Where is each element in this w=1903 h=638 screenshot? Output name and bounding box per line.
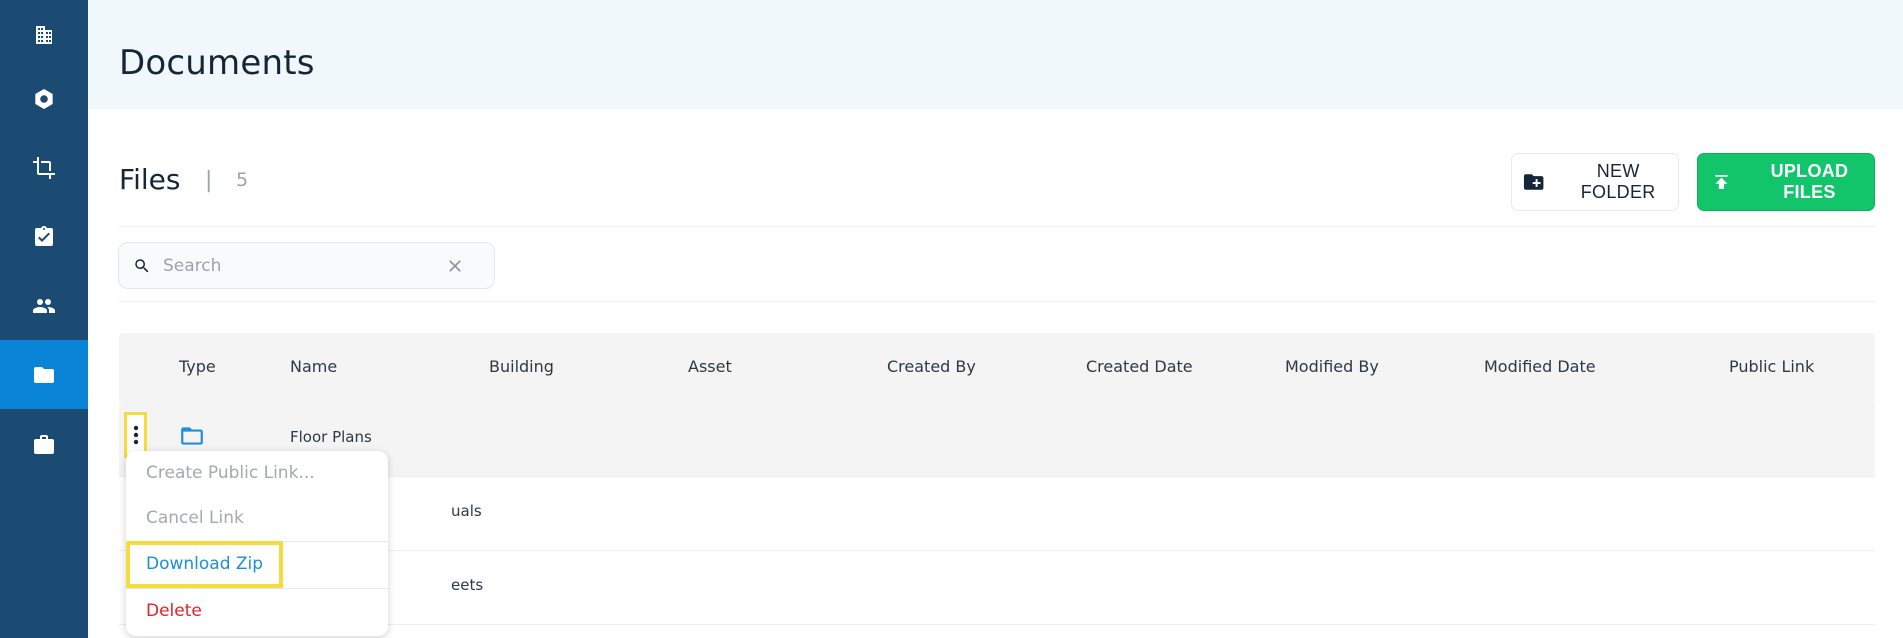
folder-icon	[34, 366, 54, 383]
highlight-box	[126, 541, 283, 588]
column-header-name[interactable]: Name	[290, 357, 337, 376]
folder-plus-icon	[1523, 174, 1544, 190]
menu-item-label: Delete	[146, 601, 202, 621]
upload-icon	[1715, 175, 1728, 189]
clipboard-check-icon	[35, 225, 53, 246]
new-folder-button[interactable]: NEW FOLDER	[1511, 153, 1679, 211]
menu-item-create-public-link[interactable]: Create Public Link...	[126, 451, 388, 497]
column-header-public-link[interactable]: Public Link	[1729, 357, 1814, 376]
folder-icon	[179, 423, 205, 449]
files-heading: Files	[119, 163, 181, 196]
menu-item-label: Create Public Link...	[146, 463, 315, 483]
column-header-building[interactable]: Building	[489, 357, 554, 376]
more-vertical-icon	[133, 425, 138, 445]
column-header-created-by[interactable]: Created By	[887, 357, 976, 376]
column-header-asset[interactable]: Asset	[688, 357, 732, 376]
sidebar-item-documents[interactable]	[0, 340, 88, 409]
table-header: Type Name Building Asset Created By Crea…	[119, 333, 1875, 403]
search-icon	[135, 259, 149, 273]
row-name[interactable]: uals	[451, 502, 482, 520]
search-input[interactable]	[163, 253, 433, 279]
row-name[interactable]: Floor Plans	[290, 428, 372, 446]
sidebar-item-tasks[interactable]	[0, 202, 88, 271]
column-header-type[interactable]: Type	[179, 357, 216, 376]
close-icon	[449, 260, 461, 272]
clear-search-button[interactable]	[445, 256, 465, 276]
row-name[interactable]: eets	[451, 576, 483, 594]
row-context-menu: Create Public Link... Cancel Link Downlo…	[126, 451, 388, 636]
menu-item-delete[interactable]: Delete	[126, 589, 388, 635]
new-folder-label: NEW FOLDER	[1580, 161, 1656, 202]
column-header-created-date[interactable]: Created Date	[1086, 357, 1193, 376]
people-icon	[33, 298, 55, 313]
column-header-modified-by[interactable]: Modified By	[1285, 357, 1379, 376]
search-box	[118, 242, 495, 289]
divider	[119, 226, 1875, 227]
sidebar-item-buildings[interactable]	[0, 0, 88, 69]
briefcase-icon	[34, 434, 54, 454]
column-header-modified-date[interactable]: Modified Date	[1484, 357, 1596, 376]
menu-item-cancel-link[interactable]: Cancel Link	[126, 496, 388, 542]
files-count-separator: |	[205, 168, 213, 193]
building-icon	[36, 25, 52, 44]
hexagon-icon	[35, 88, 53, 109]
files-count: 5	[236, 169, 249, 191]
page-header: Documents	[88, 0, 1903, 109]
crop-icon	[33, 156, 55, 179]
page-title: Documents	[119, 43, 315, 83]
sidebar-item-spaces[interactable]	[0, 133, 88, 202]
divider	[119, 301, 1875, 302]
sidebar-item-assets[interactable]	[0, 64, 88, 133]
menu-item-label: Cancel Link	[146, 508, 244, 528]
upload-files-label: UPLOAD FILES	[1770, 161, 1849, 202]
upload-files-button[interactable]: UPLOAD FILES	[1697, 153, 1875, 211]
sidebar-item-projects[interactable]	[0, 409, 88, 478]
sidebar-item-users[interactable]	[0, 271, 88, 340]
sidebar	[0, 0, 88, 638]
